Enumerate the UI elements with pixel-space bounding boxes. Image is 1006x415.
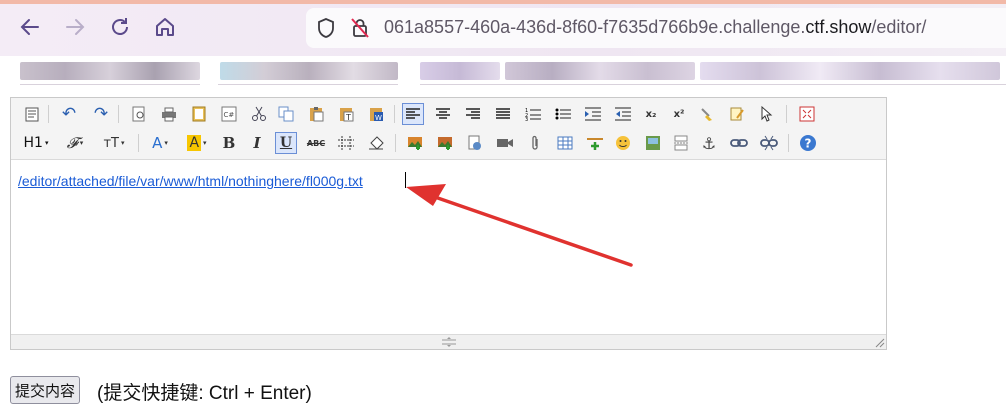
submit-button[interactable]: 提交内容 [10,376,81,404]
shortcut-hint: (提交快捷键: Ctrl + Enter) [97,383,312,404]
annotation-arrow [406,184,633,267]
